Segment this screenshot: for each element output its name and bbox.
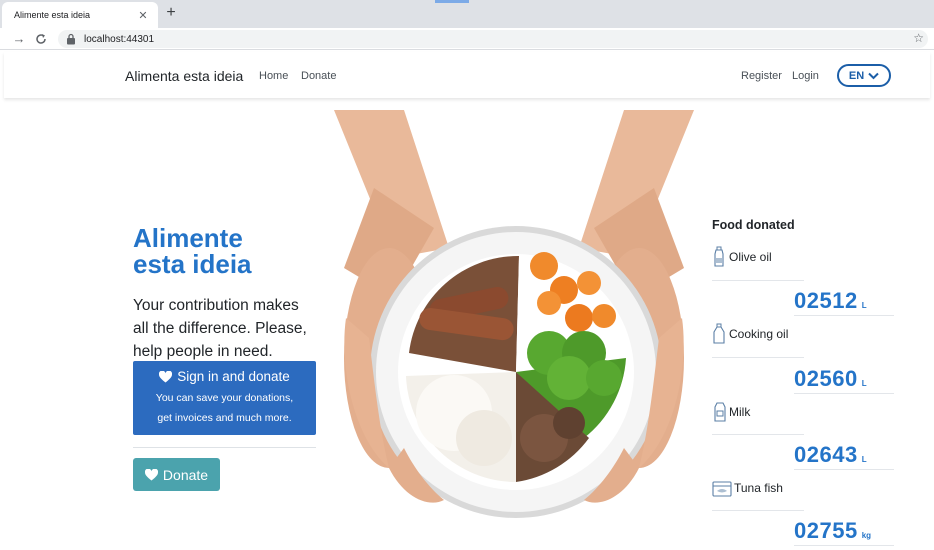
forward-arrow-icon[interactable]: → — [8, 29, 30, 49]
stat-value-cooking-oil: 02560 L — [794, 366, 894, 394]
nav-link-donate[interactable]: Donate — [301, 70, 336, 82]
olive-oil-bottle-icon — [714, 246, 724, 267]
bookmark-star-icon[interactable]: ☆ — [913, 31, 924, 45]
reload-glyph — [36, 33, 46, 44]
hero-divider — [133, 447, 316, 448]
lock-icon — [67, 33, 75, 45]
sign-in-subtext-line-2: get invoices and much more. — [157, 412, 292, 424]
hero-lead-text: Your contribution makes all the differen… — [133, 297, 307, 360]
stat-divider — [712, 280, 804, 281]
stat-divider — [712, 434, 804, 435]
stat-value-tuna-fish: 02755 kg — [794, 518, 894, 546]
donate-button-label: Donate — [162, 466, 209, 483]
new-tab-button[interactable]: + — [162, 4, 180, 22]
address-bar[interactable]: localhost:44301 ☆ — [58, 30, 928, 48]
browser-tabstrip: Alimente esta ideia ✕ + — [0, 0, 934, 28]
stat-unit: L — [861, 301, 867, 310]
stat-unit: L — [861, 379, 867, 388]
cooking-oil-bottle-icon — [713, 323, 725, 344]
stat-value-milk: 02643 L — [794, 442, 894, 470]
stat-value: 02512 — [794, 288, 858, 313]
stat-value: 02560 — [794, 366, 858, 391]
sign-in-button-label: Sign in and donate — [177, 369, 290, 384]
headline-line-1: Alimente — [133, 223, 243, 253]
nav-link-login[interactable]: Login — [792, 70, 819, 82]
stat-value: 02755 — [794, 518, 858, 543]
stat-label: Tuna fish — [734, 481, 783, 495]
stat-label: Milk — [729, 405, 751, 419]
chevron-down-icon — [868, 72, 879, 79]
stat-item-olive-oil: Olive oil — [712, 246, 772, 268]
milk-carton-icon — [714, 402, 726, 422]
browser-toolbar: → localhost:44301 ☆ — [0, 28, 934, 50]
stat-divider — [712, 510, 804, 511]
stat-label: Cooking oil — [729, 327, 789, 341]
sign-in-button-main: Sign in and donate — [133, 369, 316, 384]
tuna-can-icon — [712, 481, 732, 497]
tab-title: Alimente esta ideia — [14, 10, 91, 20]
sign-in-and-donate-button[interactable]: Sign in and donate You can save your don… — [133, 361, 316, 435]
sign-in-subtext-line-1: You can save your donations, — [155, 392, 294, 404]
nav-link-register[interactable]: Register — [741, 70, 782, 82]
close-tab-icon[interactable]: ✕ — [136, 9, 150, 22]
heart-icon — [159, 370, 173, 382]
stat-item-cooking-oil: Cooking oil — [712, 323, 788, 345]
stat-unit: kg — [861, 531, 872, 540]
headline-line-2: esta ideia — [133, 249, 252, 279]
stat-unit: L — [861, 455, 867, 464]
nav-link-home[interactable]: Home — [259, 70, 288, 82]
stat-item-milk: Milk — [712, 401, 750, 423]
food-donated-title: Food donated — [712, 218, 795, 232]
browser-tab[interactable]: Alimente esta ideia ✕ — [2, 2, 158, 28]
navbar-brand[interactable]: Alimenta esta ideia — [125, 68, 243, 84]
hands-holding-plate-image — [334, 110, 694, 518]
donate-button[interactable]: Donate — [133, 458, 220, 491]
language-label: EN — [848, 69, 865, 82]
url-text: localhost:44301 — [84, 33, 155, 45]
hero-headline: Alimente esta ideia — [133, 225, 333, 277]
stat-value: 02643 — [794, 442, 858, 467]
heart-icon — [144, 468, 158, 480]
sign-in-button-subtext: You can save your donations, get invoice… — [133, 388, 316, 428]
stat-item-tuna-fish: Tuna fish — [712, 477, 783, 499]
reload-icon[interactable] — [30, 29, 52, 49]
site-navbar: Alimenta esta ideia Home Donate Register… — [4, 52, 930, 98]
tab-drop-indicator — [435, 0, 469, 3]
language-selector[interactable]: EN — [837, 64, 891, 87]
stat-value-olive-oil: 02512 L — [794, 288, 894, 316]
stat-label: Olive oil — [729, 250, 772, 264]
stat-divider — [712, 357, 804, 358]
